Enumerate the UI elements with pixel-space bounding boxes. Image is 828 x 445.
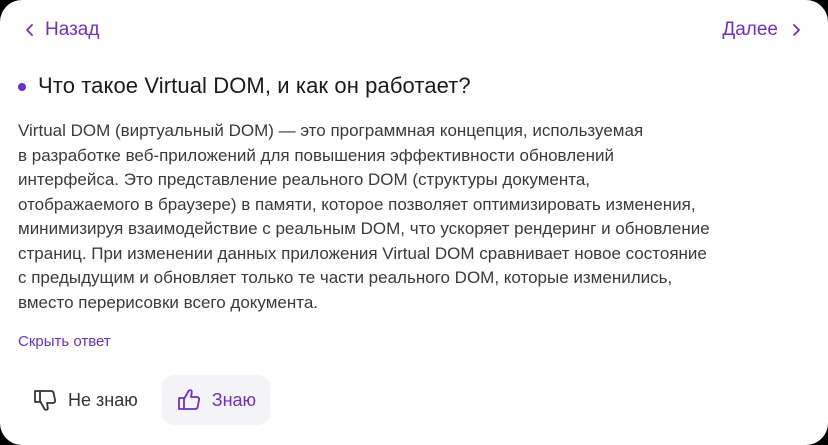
question-heading: Что такое Virtual DOM, и как он работает… (18, 73, 471, 99)
answer-line: минимизируя взаимодействие с реальным DO… (18, 219, 710, 238)
next-label: Далее (722, 19, 778, 40)
know-label: Знаю (211, 389, 257, 410)
hide-answer-link[interactable]: Скрыть ответ (18, 333, 111, 350)
answer-line: Virtual DOM (виртуальный DOM) — это прог… (18, 121, 644, 140)
know-button[interactable]: Знаю (161, 375, 271, 425)
dont-know-label: Не знаю (68, 389, 138, 410)
dont-know-button[interactable]: Не знаю (18, 375, 152, 425)
answer-line: вместо перерисовки всего документа. (18, 292, 319, 312)
answer-line: отображаемого в браузере) в памяти, кото… (18, 194, 696, 214)
feedback-buttons: Не знаю Знаю (18, 375, 271, 425)
back-label: Назад (45, 19, 100, 40)
question-bullet (18, 82, 26, 91)
next-button[interactable]: Далее (722, 19, 802, 41)
chevron-left-icon (26, 24, 33, 36)
thumbs-up-icon (177, 389, 200, 410)
answer-text: Virtual DOM (виртуальный DOM) — это прог… (18, 119, 818, 315)
question-text: Что такое Virtual DOM, и как он работает… (38, 73, 471, 98)
answer-line: в разработке веб-приложений для повышени… (18, 145, 614, 165)
back-button[interactable]: Назад (24, 19, 99, 41)
thumbs-down-icon (34, 390, 57, 411)
card-navigation: Назад Далее (0, 0, 828, 62)
flashcard: Назад Далее Что такое Virtual DOM, и как… (0, 0, 828, 445)
answer-line: интерфейса. Это представление реального … (18, 170, 591, 189)
answer-line: страниц. При изменении данных приложения… (18, 243, 707, 263)
answer-line: с предыдущим и обновляет только те части… (18, 268, 673, 287)
chevron-right-icon (793, 24, 800, 36)
